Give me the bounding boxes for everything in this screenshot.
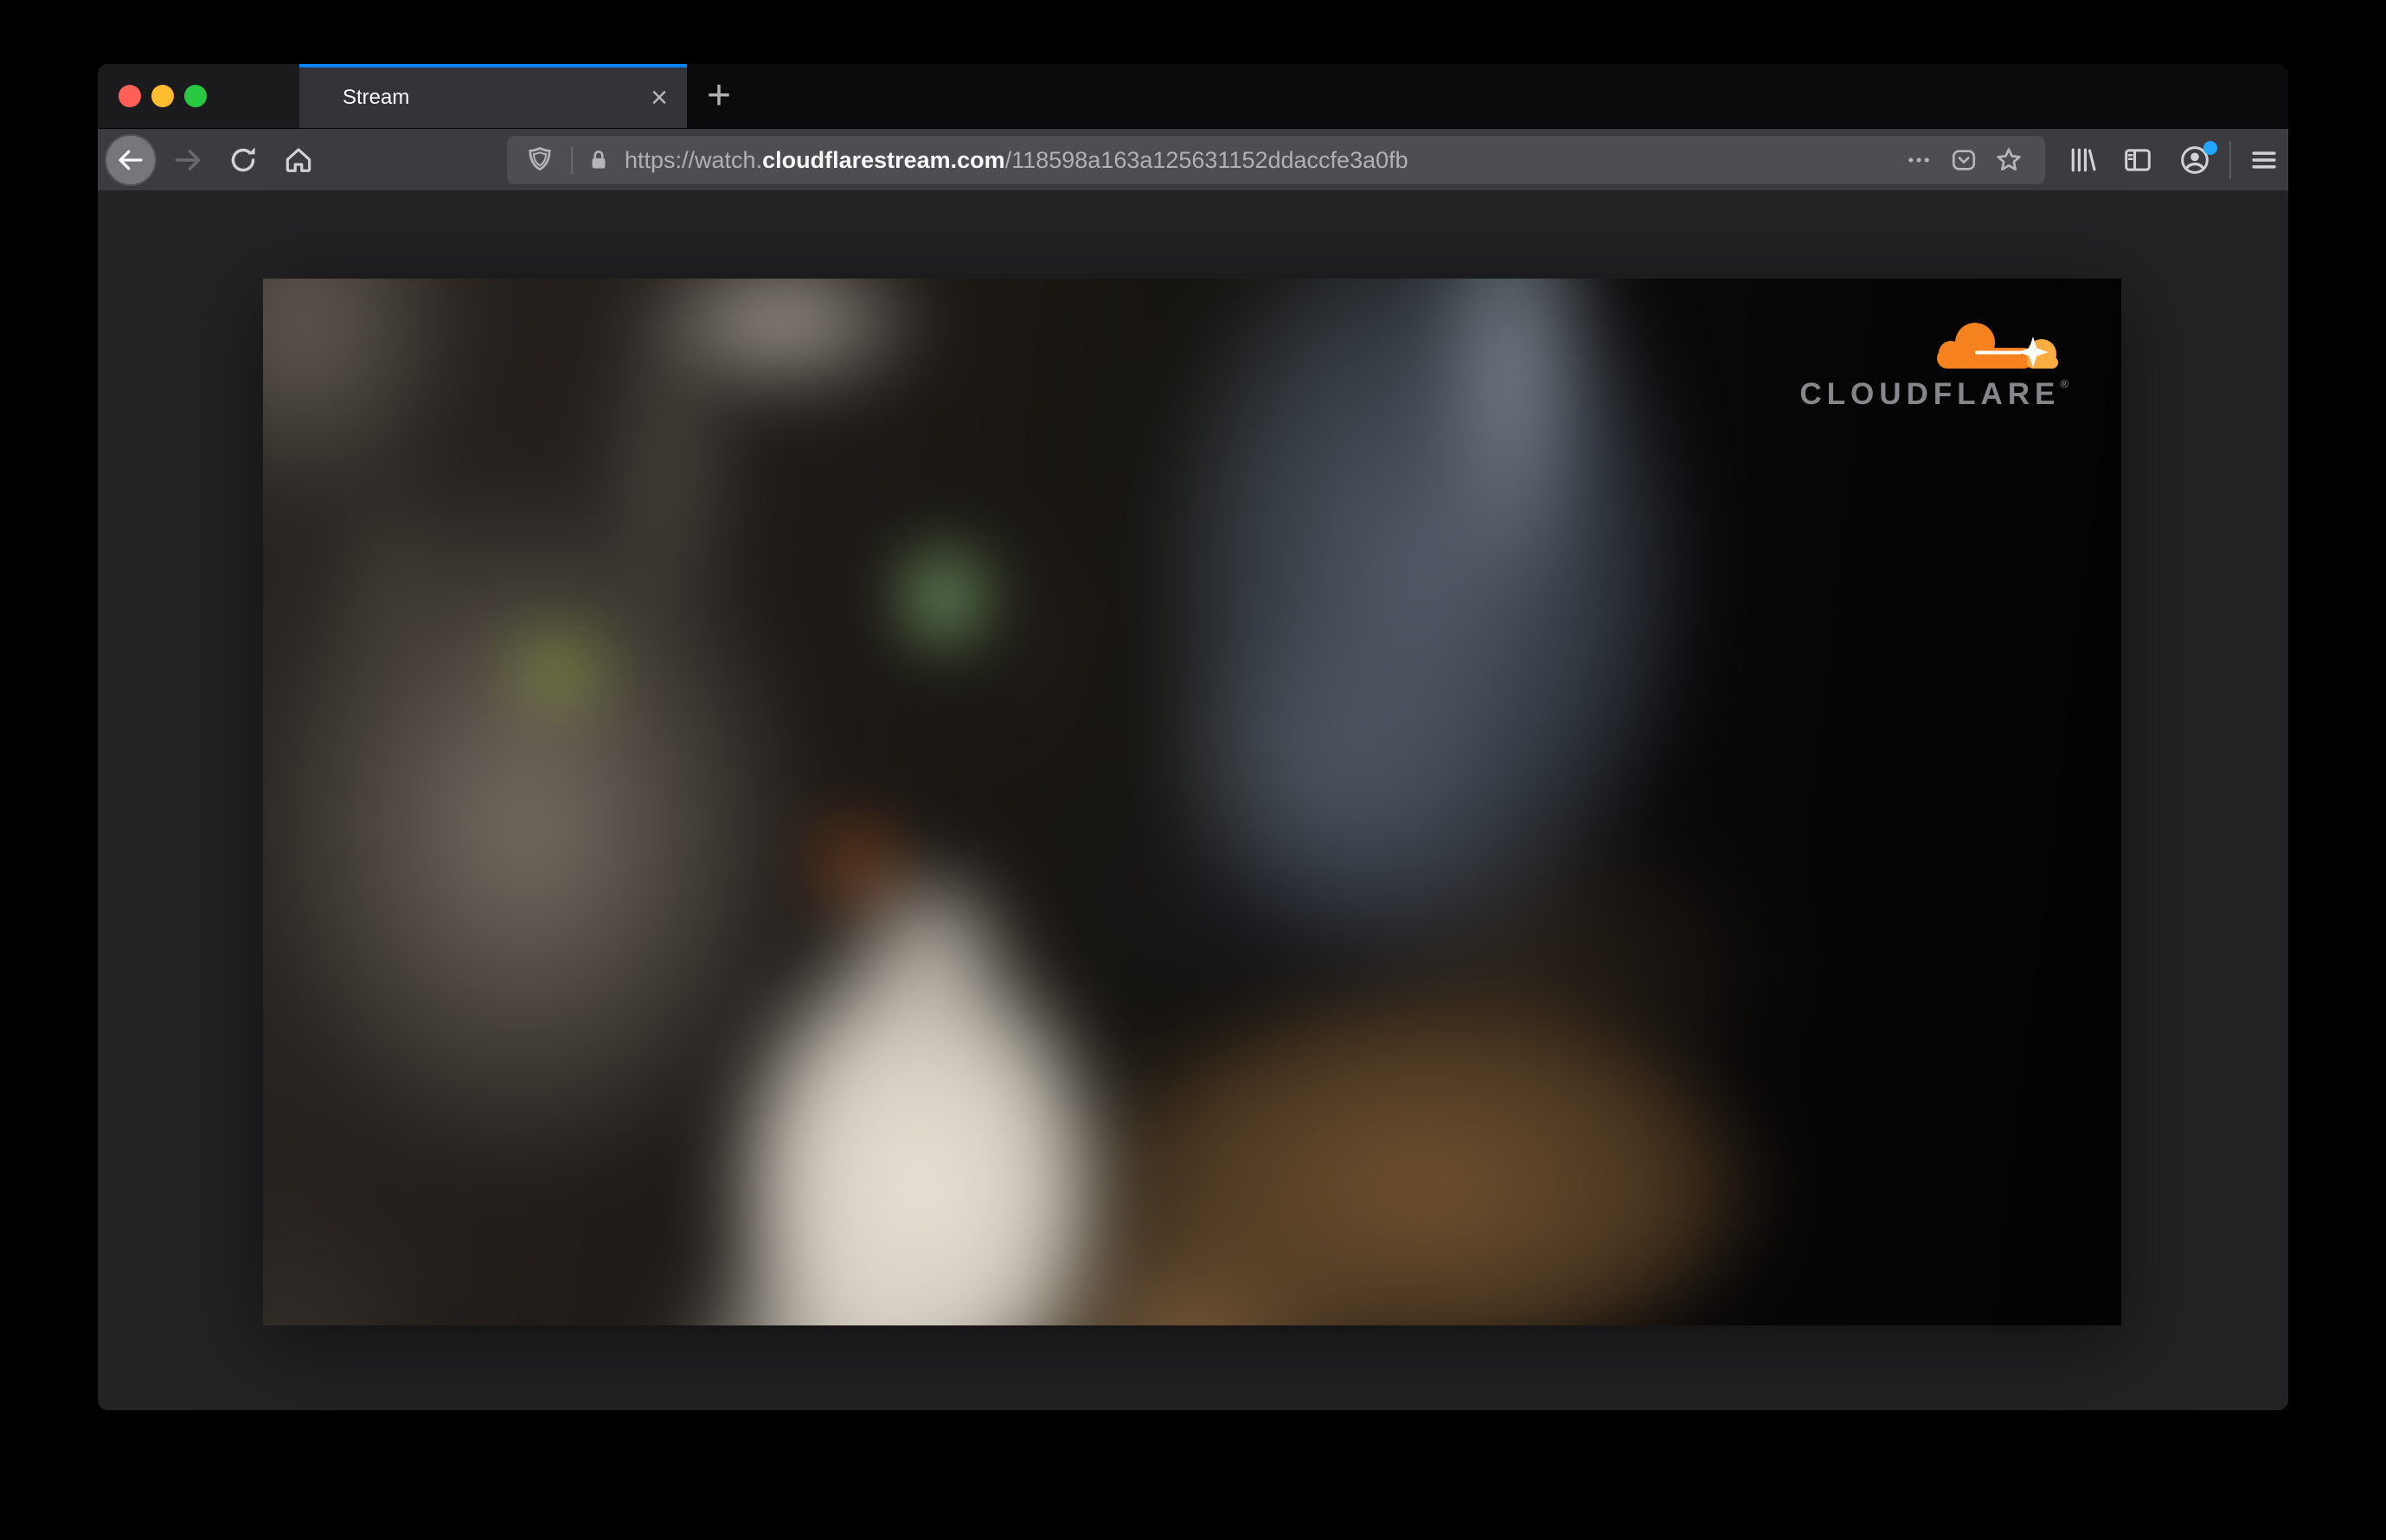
cloudflare-logo: CLOUDFLARE® <box>1799 318 2069 412</box>
tracking-shield-icon <box>529 146 551 171</box>
url-scheme-subdomain: https://watch. <box>625 146 763 173</box>
tab-bar: Stream × + <box>98 64 2288 129</box>
toolbar-separator <box>2229 141 2231 179</box>
urlbar-divider <box>571 146 573 174</box>
back-icon <box>119 150 143 170</box>
save-to-pocket-button[interactable] <box>1941 138 1986 183</box>
account-button[interactable] <box>2171 136 2219 184</box>
tracking-protection-button[interactable] <box>521 138 559 183</box>
pocket-icon <box>1952 150 1976 170</box>
cloudflare-cloud-icon <box>1937 323 2058 369</box>
bookmark-button[interactable] <box>1986 138 2031 183</box>
new-tab-button[interactable]: + <box>687 64 751 128</box>
video-vignette <box>263 279 2121 1325</box>
minimize-window-button[interactable] <box>151 85 174 107</box>
close-window-button[interactable] <box>119 85 141 107</box>
address-bar[interactable]: https://watch.cloudflarestream.com/11859… <box>507 136 2045 184</box>
video-player[interactable]: CLOUDFLARE® <box>263 279 2121 1325</box>
menu-icon <box>2252 151 2276 169</box>
library-button[interactable] <box>2058 136 2107 184</box>
lock-icon <box>592 151 606 169</box>
sidebar-button[interactable] <box>2113 136 2162 184</box>
desktop-background: Stream × + https://watch.cloudflarestrea… <box>0 0 2386 1540</box>
reload-button[interactable] <box>219 136 267 184</box>
page-actions-button[interactable] <box>1896 138 1941 183</box>
url-domain: cloudflarestream.com <box>762 146 1005 173</box>
sidebar-icon <box>2125 149 2151 171</box>
window-controls <box>98 64 299 128</box>
bookmark-star-icon <box>1997 148 2021 171</box>
tab-strip-empty-space <box>751 64 2288 128</box>
back-button[interactable] <box>105 134 157 186</box>
navigation-toolbar: https://watch.cloudflarestream.com/11859… <box>98 129 2288 193</box>
page-content: CLOUDFLARE® <box>98 190 2288 1410</box>
url-path: /118598a163a125631152ddaccfe3a0fb <box>1004 146 1408 173</box>
cloudflare-wordmark: CLOUDFLARE® <box>1799 377 2069 411</box>
browser-window: Stream × + https://watch.cloudflarestrea… <box>98 64 2288 1410</box>
forward-icon <box>175 149 201 171</box>
reload-icon <box>231 147 255 172</box>
menu-button[interactable] <box>2240 136 2288 184</box>
zoom-window-button[interactable] <box>184 85 207 107</box>
tab-stream[interactable]: Stream × <box>299 64 687 128</box>
trademark-symbol: ® <box>2060 377 2069 390</box>
library-icon <box>2071 148 2096 172</box>
url-display[interactable]: https://watch.cloudflarestream.com/11859… <box>625 147 1896 174</box>
forward-button[interactable] <box>164 136 212 184</box>
account-notification-dot <box>2203 141 2217 155</box>
home-icon <box>285 148 311 172</box>
tab-title: Stream <box>343 86 410 109</box>
tab-close-icon[interactable]: × <box>651 83 668 112</box>
page-actions-icon <box>1908 157 1929 163</box>
home-button[interactable] <box>274 136 323 184</box>
